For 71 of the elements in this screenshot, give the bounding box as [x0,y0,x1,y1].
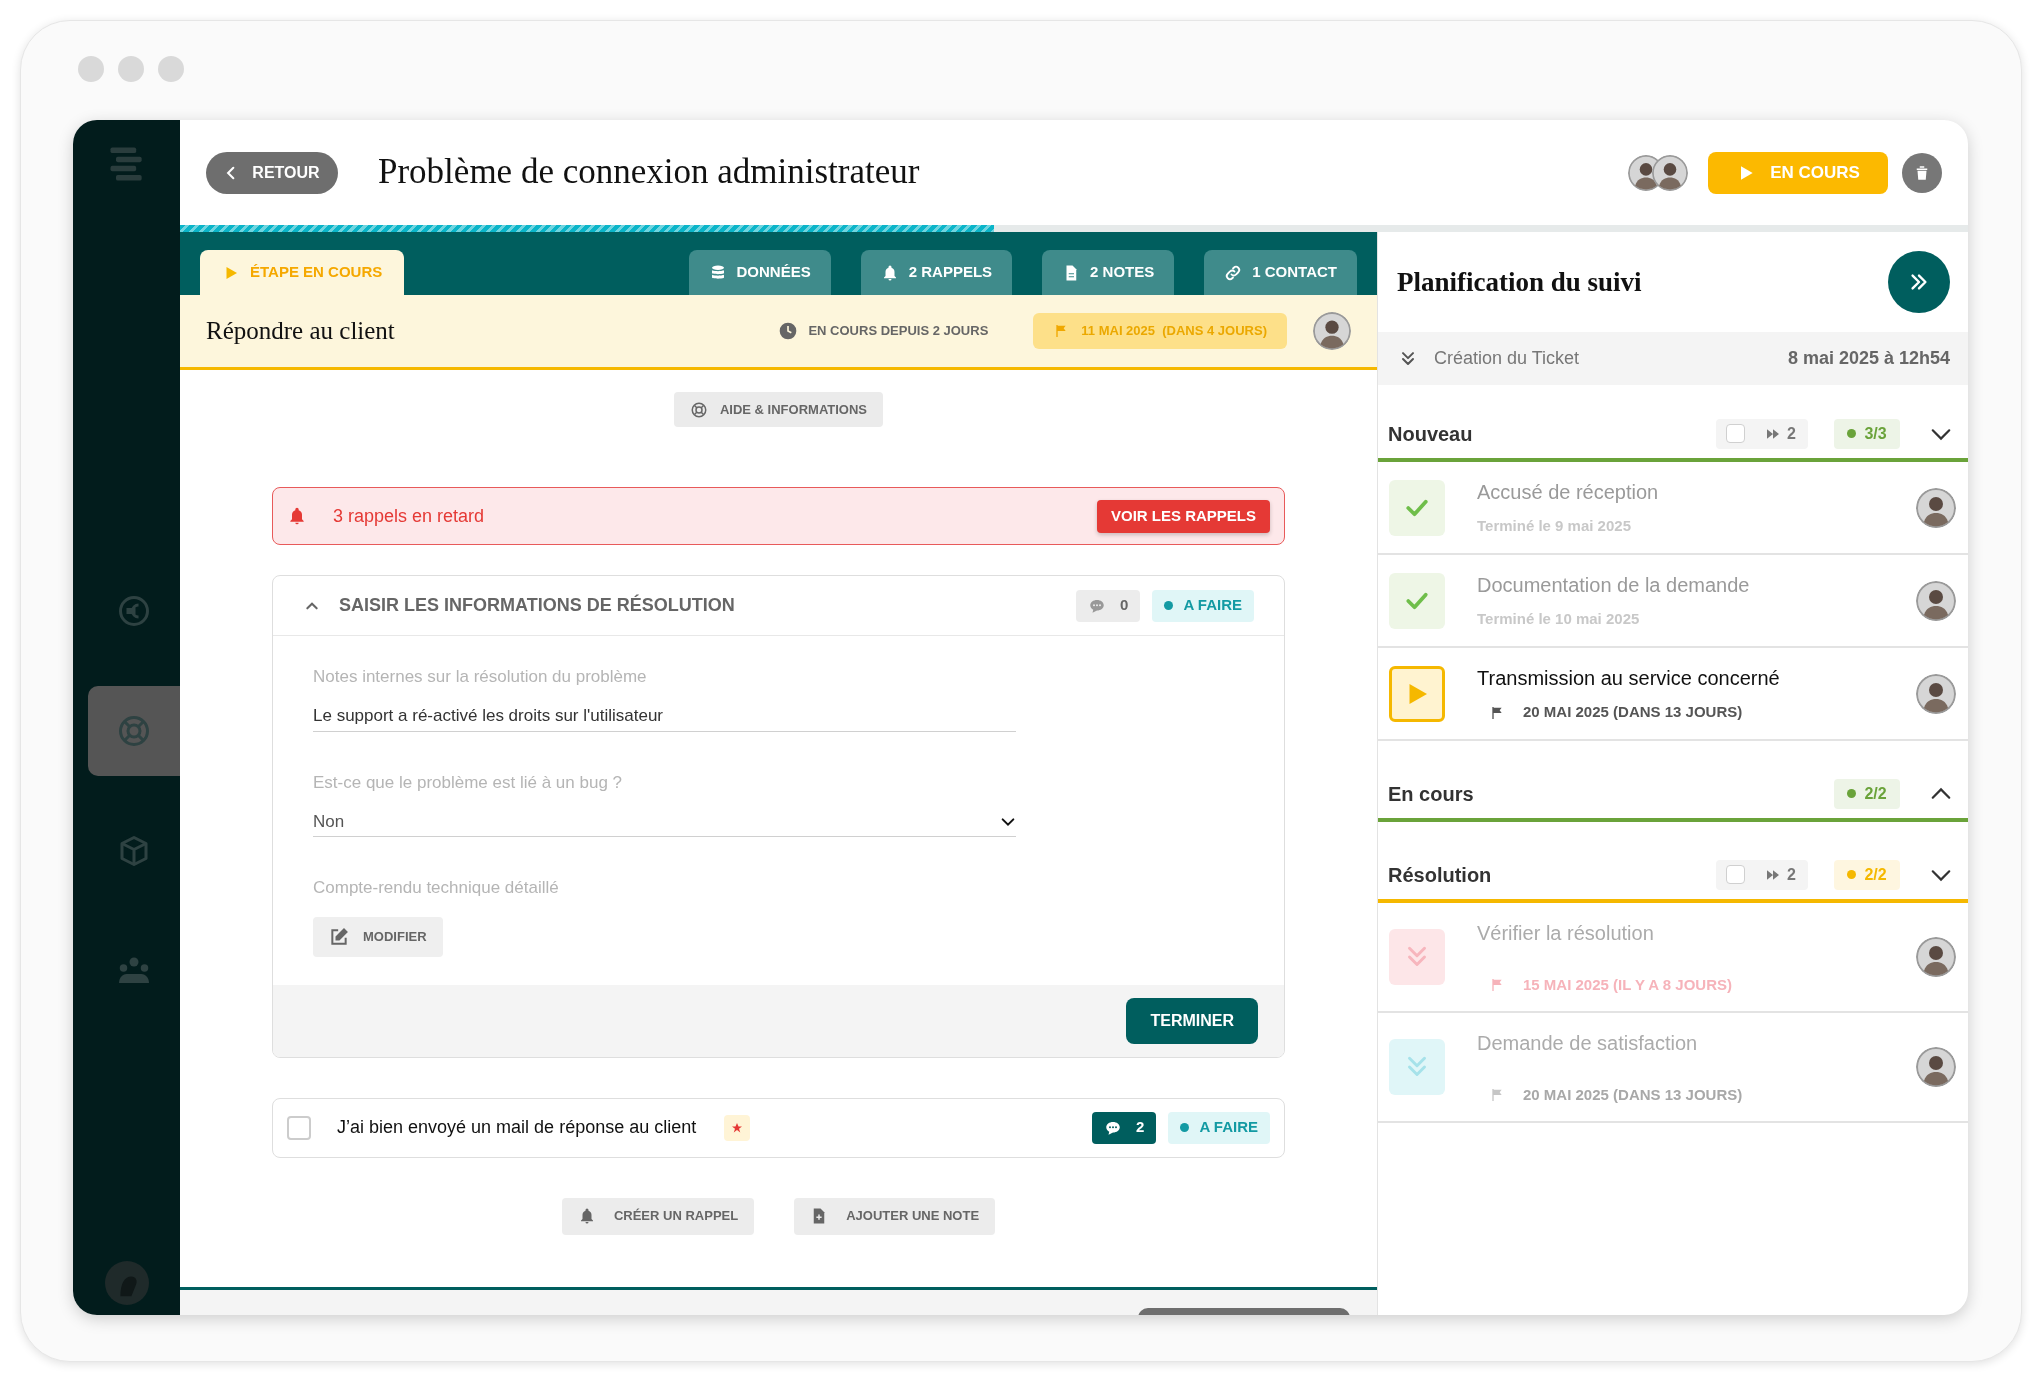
link-icon [1224,263,1243,282]
step-date: 15 MAI 2025 (IL Y A 8 JOURS) [1523,974,1732,995]
view-reminders-button[interactable]: VOIR LES RAPPELS [1096,499,1270,533]
lifebuoy-icon [116,713,152,749]
checkbox[interactable] [287,1115,311,1140]
avatar-icon [1652,154,1688,191]
avatar-icon [1916,580,1956,621]
avatar-icon [1916,1047,1956,1087]
step-tab[interactable]: 1 CONTACT [1204,250,1357,295]
step-name: Documentation de la demande [1477,573,1751,599]
step-title: Répondre au client [206,316,395,347]
step-date: 20 MAI 2025 (DANS 13 JOURS) [1523,702,1743,723]
back-button[interactable]: RETOUR [206,151,338,194]
phase-header[interactable]: Nouveau 2 3/3 [1378,409,1968,462]
action-button[interactable]: AJOUTER UNE NOTE [794,1197,996,1235]
step-tab[interactable]: 2 NOTES [1042,250,1175,295]
finish-button[interactable]: TERMINER [1126,997,1258,1044]
step-row[interactable]: Transmission au service concerné 20 MAI 2025 (DANS 13 JOURS) [1378,648,1968,741]
action-button[interactable]: CRÉER UN RAPPEL [561,1197,755,1235]
delete-button[interactable] [1902,152,1942,193]
field-label: Est-ce que le problème est lié à un bug ? [313,771,624,794]
edit-button[interactable]: MODIFIER [313,916,443,957]
clock-icon [778,321,799,341]
lifebuoy-icon [689,400,708,419]
alert-text: 3 rappels en retard [333,504,485,528]
phase-name: Résolution [1388,862,1492,888]
phase-header[interactable]: En cours 2/2 [1378,769,1968,822]
status-badge: A FAIRE [1168,1111,1270,1144]
field-label: Notes internes sur la résolution du problème [313,666,648,688]
sidebar-item[interactable] [88,686,180,776]
step-name: Demande de satisfaction [1477,1030,1699,1056]
progress-badge: 2/2 [1834,778,1900,809]
field-label: Compte-rendu technique détaillé [313,877,560,899]
avatar-icon [1313,312,1351,350]
star-icon [731,1121,744,1134]
bell-icon [287,506,307,526]
creation-label: Création du Ticket [1434,347,1580,370]
task-title: SAISIR LES INFORMATIONS DE RÉSOLUTION [339,593,735,617]
select-field[interactable]: Non [313,807,1016,837]
checkbox[interactable] [1726,865,1745,884]
page-title: Problème de connexion administrateur [378,151,920,194]
status-badge: A FAIRE [1152,589,1254,622]
progress-badge: 2/2 [1834,859,1900,890]
due-date-badge: 11 MAI 2025 (DANS 4 JOURS) [1033,313,1287,349]
checkbox[interactable] [1726,424,1745,443]
help-button[interactable]: AIDE & INFORMATIONS [673,392,884,427]
panel-title: Planification du suivi [1397,265,1642,299]
progress-badge: 3/3 [1834,418,1900,449]
phase-header[interactable]: Résolution 2 2/2 [1378,850,1968,903]
step-name: Accusé de réception [1477,480,1660,506]
currency-icon [116,593,152,629]
skip-counter: 2 [1716,859,1808,890]
comment-count[interactable]: 2 [1092,1111,1157,1144]
step-name: Transmission au service concerné [1477,666,1781,692]
avatar-icon [1916,937,1956,977]
skip-counter: 2 [1716,418,1808,449]
text-field[interactable]: Le support a ré-activé les droits sur l'utilisateur [313,701,1016,732]
edit-icon [329,926,349,947]
step-tab[interactable]: DONNÉES [688,250,831,295]
comment-count[interactable]: 0 [1076,589,1141,622]
step-date: 20 MAI 2025 (DANS 13 JOURS) [1523,1084,1743,1105]
avatar-icon [1916,487,1956,528]
phase-name: En cours [1388,781,1474,807]
avatar-icon [104,1261,149,1305]
phase-name: Nouveau [1388,421,1473,447]
step-tab[interactable]: 2 RAPPELS [860,250,1013,295]
step-name: Vérifier la résolution [1477,920,1655,946]
avatar-icon [1916,673,1956,714]
creation-date: 8 mai 2025 à 12h54 [1787,347,1950,370]
checklist-text: J’ai bien envoyé un mail de réponse au client [337,1116,697,1139]
step-duration: EN COURS DEPUIS 2 JOURS [808,322,989,341]
